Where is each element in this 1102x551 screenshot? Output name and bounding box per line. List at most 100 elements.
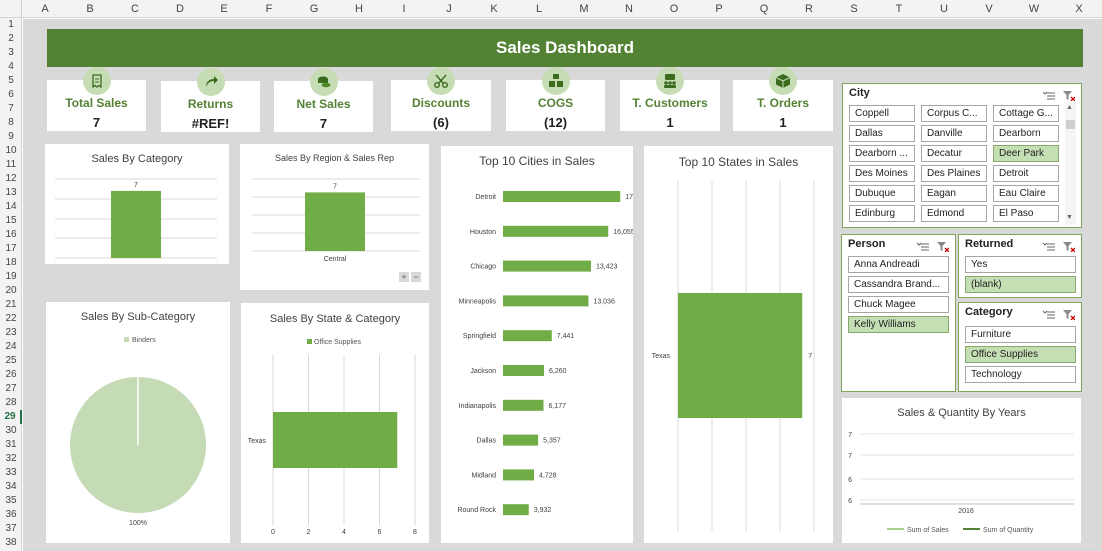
slicer-item[interactable]: Edinburg xyxy=(849,205,915,222)
slicer-item[interactable]: Dubuque xyxy=(849,185,915,202)
row-header[interactable]: 20 xyxy=(0,284,22,298)
row-header[interactable]: 31 xyxy=(0,438,22,452)
column-header[interactable]: C xyxy=(125,0,145,18)
clear-filter-icon[interactable] xyxy=(937,239,950,257)
kpi-card[interactable]: T. Orders 1 xyxy=(733,67,833,131)
collapse-button[interactable]: − xyxy=(411,272,421,282)
slicer-item[interactable]: Des Moines xyxy=(849,165,915,182)
row-header[interactable]: 14 xyxy=(0,200,22,214)
kpi-card[interactable]: Total Sales 7 xyxy=(47,67,146,131)
slicer-item[interactable]: Anna Andreadi xyxy=(848,256,949,273)
row-header[interactable]: 16 xyxy=(0,228,22,242)
scroll-up-arrow-icon[interactable]: ▲ xyxy=(1066,104,1073,111)
row-header[interactable]: 22 xyxy=(0,312,22,326)
row-header[interactable]: 18 xyxy=(0,256,22,270)
person-slicer[interactable]: Person Anna Andreadi Cassandra Brand... Ch… xyxy=(841,234,956,392)
row-header[interactable]: 30 xyxy=(0,424,22,438)
column-header[interactable]: I xyxy=(394,0,414,18)
column-header[interactable]: S xyxy=(844,0,864,18)
row-header[interactable]: 23 xyxy=(0,326,22,340)
category-slicer[interactable]: Category Furniture Office Supplies Technol… xyxy=(958,302,1082,392)
column-header[interactable]: F xyxy=(259,0,279,18)
column-header[interactable]: T xyxy=(889,0,909,18)
sales-qty-by-years-chart[interactable]: Sales & Quantity By Years 7 7 6 6 2016 Sum of… xyxy=(842,398,1081,543)
multi-select-icon[interactable] xyxy=(1042,307,1055,325)
slicer-item[interactable]: Yes xyxy=(965,256,1076,273)
column-header[interactable]: M xyxy=(574,0,594,18)
kpi-card[interactable]: Discounts (6) xyxy=(391,67,491,131)
top-10-cities-chart[interactable]: Top 10 Cities in Sales Detroit17,889Hous… xyxy=(441,146,633,543)
column-header[interactable]: B xyxy=(80,0,100,18)
slicer-item[interactable]: (blank) xyxy=(965,276,1076,293)
row-header[interactable]: 34 xyxy=(0,480,22,494)
row-header[interactable]: 19 xyxy=(0,270,22,284)
kpi-card[interactable]: Net Sales 7 xyxy=(274,68,373,132)
column-header[interactable]: P xyxy=(709,0,729,18)
column-header[interactable]: D xyxy=(170,0,190,18)
top-10-states-chart[interactable]: Top 10 States in Sales Texas 7 xyxy=(644,146,833,543)
slicer-item[interactable]: Corpus C... xyxy=(921,105,987,122)
row-header[interactable]: 8 xyxy=(0,116,22,130)
scrollbar-thumb[interactable] xyxy=(1066,120,1075,129)
slicer-item[interactable]: Cassandra Brand... xyxy=(848,276,949,293)
column-header[interactable]: N xyxy=(619,0,639,18)
row-header[interactable]: 35 xyxy=(0,494,22,508)
row-header[interactable]: 3 xyxy=(0,46,22,60)
row-header[interactable]: 12 xyxy=(0,172,22,186)
sales-by-category-chart[interactable]: Sales By Category 7Office Supplies xyxy=(45,144,229,264)
sales-by-state-category-chart[interactable]: Sales By State & Category Office Supplie… xyxy=(241,303,429,543)
slicer-item[interactable]: Eau Claire xyxy=(993,185,1059,202)
column-header[interactable]: U xyxy=(934,0,954,18)
slicer-item[interactable]: Dearborn ... xyxy=(849,145,915,162)
row-header[interactable]: 25 xyxy=(0,354,22,368)
row-header[interactable]: 15 xyxy=(0,214,22,228)
row-header[interactable]: 11 xyxy=(0,158,22,172)
slicer-item[interactable]: Coppell xyxy=(849,105,915,122)
row-header[interactable]: 17 xyxy=(0,242,22,256)
row-header[interactable]: 27 xyxy=(0,382,22,396)
column-header[interactable]: V xyxy=(979,0,999,18)
city-slicer-scrollbar[interactable]: ▲ ▼ xyxy=(1065,102,1076,225)
slicer-item[interactable]: Des Plaines xyxy=(921,165,987,182)
scroll-down-arrow-icon[interactable]: ▼ xyxy=(1066,214,1073,221)
slicer-item[interactable]: Dallas xyxy=(849,125,915,142)
slicer-item[interactable]: Office Supplies xyxy=(965,346,1076,363)
row-header[interactable]: 26 xyxy=(0,368,22,382)
column-header[interactable]: Q xyxy=(754,0,774,18)
row-header[interactable]: 21 xyxy=(0,298,22,312)
slicer-item[interactable]: Edmond xyxy=(921,205,987,222)
row-header[interactable]: 36 xyxy=(0,508,22,522)
kpi-card[interactable]: Returns #REF! xyxy=(161,68,260,132)
expand-button[interactable]: + xyxy=(399,272,409,282)
row-header[interactable]: 38 xyxy=(0,536,22,550)
slicer-item[interactable]: Eagan xyxy=(921,185,987,202)
slicer-item[interactable]: Technology xyxy=(965,366,1076,383)
column-header[interactable]: R xyxy=(799,0,819,18)
slicer-item[interactable]: Cottage G... xyxy=(993,105,1059,122)
column-header[interactable]: L xyxy=(529,0,549,18)
slicer-item[interactable]: Furniture xyxy=(965,326,1076,343)
multi-select-icon[interactable] xyxy=(1042,88,1055,106)
returned-slicer[interactable]: Returned Yes (blank) xyxy=(958,234,1082,298)
slicer-item[interactable]: Danville xyxy=(921,125,987,142)
row-header[interactable]: 28 xyxy=(0,396,22,410)
row-header[interactable]: 24 xyxy=(0,340,22,354)
row-header[interactable]: 7 xyxy=(0,102,22,116)
row-header[interactable]: 1 xyxy=(0,18,22,32)
column-header[interactable]: A xyxy=(35,0,55,18)
slicer-item[interactable]: Dearborn xyxy=(993,125,1059,142)
slicer-item[interactable]: El Paso xyxy=(993,205,1059,222)
slicer-item[interactable]: Chuck Magee xyxy=(848,296,949,313)
clear-filter-icon[interactable] xyxy=(1063,239,1076,257)
row-header[interactable]: 4 xyxy=(0,60,22,74)
column-header[interactable]: H xyxy=(349,0,369,18)
clear-filter-icon[interactable] xyxy=(1063,307,1076,325)
slicer-item[interactable]: Kelly Williams xyxy=(848,316,949,333)
column-header[interactable]: K xyxy=(484,0,504,18)
row-header[interactable]: 13 xyxy=(0,186,22,200)
row-header[interactable]: 33 xyxy=(0,466,22,480)
sales-by-subcategory-chart[interactable]: Sales By Sub-Category Binders 100% xyxy=(46,302,230,543)
column-header[interactable]: O xyxy=(664,0,684,18)
kpi-card[interactable]: COGS (12) xyxy=(506,67,605,131)
row-header[interactable]: 6 xyxy=(0,88,22,102)
